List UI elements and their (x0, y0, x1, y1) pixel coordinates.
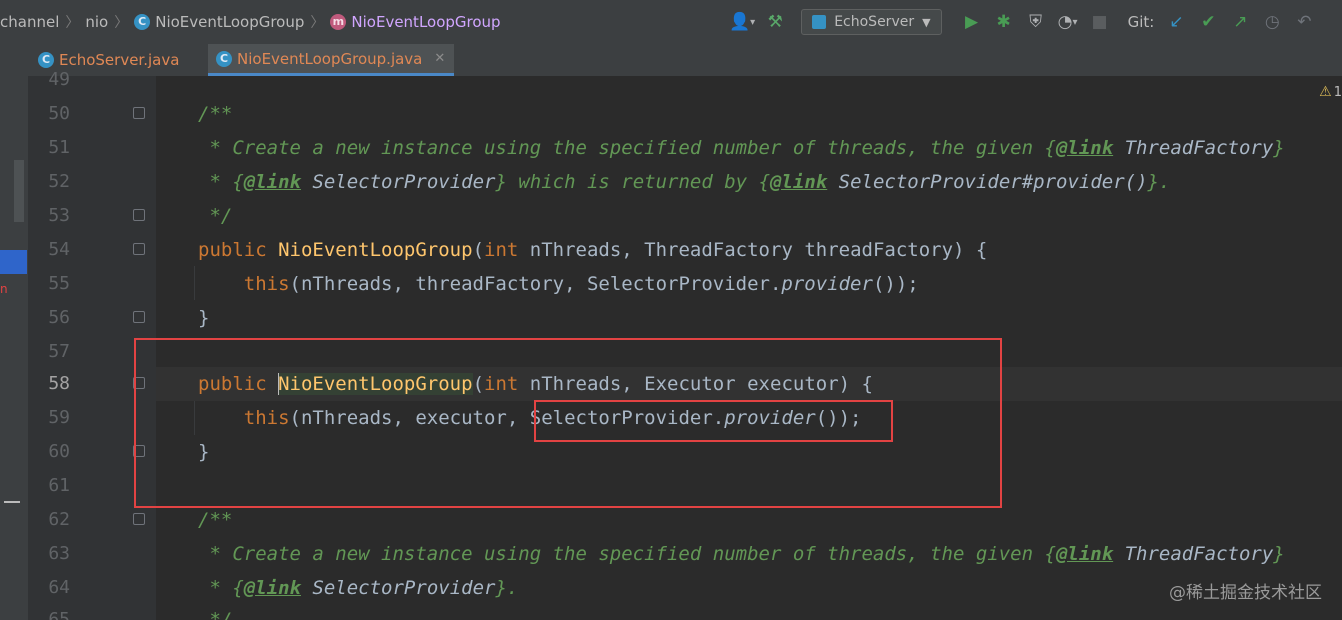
main-toolbar: 👤 ▾ ⚒ EchoServer ▼ ▶ ✱ ⛨ ◔ ▾ ■ Git: ↙ ✔ ↗ … (725, 0, 1320, 44)
left-tool-strip: n (0, 76, 29, 620)
code-line-51: 51 * Create a new instance using the spe… (48, 137, 1285, 159)
code-line-54: 54 public NioEventLoopGroup(int nThreads… (48, 239, 988, 261)
code-line-63: 63 * Create a new instance using the spe… (48, 543, 1285, 565)
code-line-62: 62 /** (48, 509, 233, 531)
chevron-right-icon: 〉 (65, 15, 80, 31)
breadcrumb-item-method[interactable]: m NioEventLoopGroup (330, 13, 501, 31)
code-line-64: 64 * {@link SelectorProvider}. (48, 577, 519, 599)
scroll-thumb[interactable] (14, 160, 24, 222)
breadcrumb-item-nio[interactable]: nio 〉 (85, 12, 134, 32)
git-label: Git: (1127, 13, 1155, 31)
method-icon: m (330, 14, 347, 30)
coverage-shield-icon[interactable]: ⛨ (1024, 8, 1048, 36)
profile-icon[interactable]: ◔ ▾ (1056, 8, 1080, 36)
run-configuration-select[interactable]: EchoServer ▼ (801, 9, 942, 35)
class-icon: C (134, 14, 151, 30)
code-line-56: 56 } (48, 307, 210, 329)
breadcrumb-item-channel[interactable]: channel 〉 (0, 12, 85, 32)
code-line-65: 65 */ (48, 609, 233, 620)
chevron-down-icon: ▼ (922, 15, 931, 29)
watermark: @稀土掘金技术社区 (1169, 583, 1322, 603)
breadcrumb-item-class[interactable]: C NioEventLoopGroup 〉 (134, 12, 330, 32)
stop-icon: ■ (1091, 12, 1108, 32)
breadcrumb: channel 〉 nio 〉 C NioEventLoopGroup 〉 m … (0, 0, 501, 44)
chevron-right-icon: 〉 (310, 15, 325, 31)
git-update-icon[interactable]: ↙ (1164, 8, 1188, 36)
rollback-icon[interactable]: ↶ (1292, 8, 1316, 36)
warning-icon: ⚠ (1319, 84, 1332, 100)
history-clock-icon[interactable]: ◷ (1260, 8, 1284, 36)
fold-marker-icon[interactable] (133, 243, 145, 255)
code-line-50: 50 /** (48, 103, 233, 125)
java-config-icon (812, 15, 827, 29)
fold-marker-icon[interactable] (133, 311, 145, 323)
run-icon[interactable]: ▶ (960, 8, 984, 36)
user-icon[interactable]: 👤 ▾ (729, 8, 755, 36)
collapse-marker[interactable] (4, 501, 20, 503)
selection-marker (0, 250, 27, 274)
git-push-icon[interactable]: ↗ (1228, 8, 1252, 36)
chevron-right-icon: 〉 (114, 15, 129, 31)
fold-marker-icon[interactable] (133, 513, 145, 525)
navigation-bar: channel 〉 nio 〉 C NioEventLoopGroup 〉 m … (0, 0, 1342, 45)
code-line-52: 52 * {@link SelectorProvider} which is r… (48, 171, 1171, 193)
fold-marker-icon[interactable] (133, 107, 145, 119)
fold-marker-icon[interactable] (133, 209, 145, 221)
git-commit-icon[interactable]: ✔ (1196, 8, 1220, 36)
code-line-55: 55 this(nThreads, threadFactory, Selecto… (48, 273, 919, 295)
build-hammer-icon[interactable]: ⚒ (763, 8, 787, 36)
inspection-widget[interactable]: ⚠ 1 (1319, 84, 1342, 100)
code-line-53: 53 */ (48, 205, 233, 227)
annotation-box-inner (534, 400, 893, 442)
error-marker: n (0, 282, 8, 296)
code-line-49: 49 (48, 69, 70, 90)
debug-bug-icon[interactable]: ✱ (992, 8, 1016, 36)
